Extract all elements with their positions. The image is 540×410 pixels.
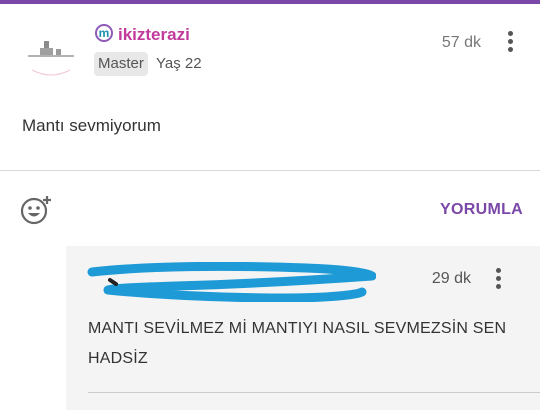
redacted-username-scribble [86,261,377,303]
post-body: Mantı sevmiyorum [22,116,161,135]
post-more-options-icon[interactable] [502,31,518,53]
reply-body: MANTI SEVİLMEZ Mİ MANTIYI NASIL SEVMEZSİ… [88,320,507,367]
comment-button[interactable]: YORUMLA [440,199,523,221]
top-accent-bar [0,0,540,4]
post-timestamp: 57 dk [441,34,481,51]
reply-more-options-icon[interactable] [490,268,506,290]
reply-timestamp: 29 dk [431,270,471,287]
avatar-image [23,23,79,79]
reply-card: 29 dk MANTI SEVİLMEZ Mİ MANTIYI NASIL SE… [66,246,540,410]
add-reaction-icon[interactable] [20,193,54,227]
screen: m ikizterazi Master Yaş 22 57 dk Mantı s… [0,0,540,410]
brand-logo-icon: m [95,24,113,42]
rank-badge: Master [94,52,148,76]
avatar[interactable] [22,22,80,80]
post-username[interactable]: ikizterazi [118,24,190,46]
user-age: Yaş 22 [156,55,202,72]
divider [0,170,540,171]
reply-divider [88,392,540,393]
